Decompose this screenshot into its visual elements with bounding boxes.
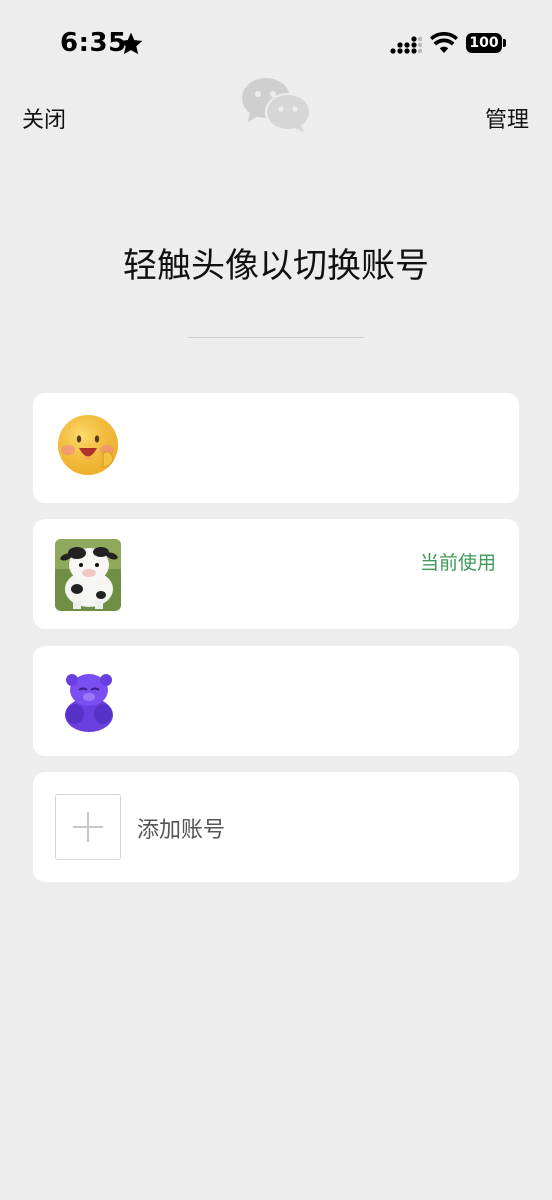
title-divider — [188, 337, 364, 338]
cow-figure-avatar[interactable] — [55, 539, 121, 611]
battery-icon: 100 — [466, 33, 502, 53]
close-button[interactable]: 关闭 — [22, 102, 66, 134]
account-card-3[interactable] — [33, 646, 519, 756]
star-icon — [119, 32, 143, 55]
status-time: 6:35 — [60, 28, 127, 58]
page-title: 轻触头像以切换账号 — [123, 246, 429, 286]
manage-button[interactable]: 管理 — [485, 102, 529, 134]
battery-level: 100 — [469, 35, 499, 51]
emoji-face-avatar[interactable] — [55, 415, 121, 481]
wechat-logo-icon — [242, 78, 311, 132]
purple-bear-avatar[interactable] — [55, 668, 121, 734]
account-card-1[interactable] — [33, 393, 519, 503]
plus-icon — [73, 812, 103, 842]
add-account-card[interactable]: 添加账号 — [33, 772, 519, 882]
current-account-badge: 当前使用 — [419, 552, 496, 574]
wifi-icon — [430, 32, 458, 53]
add-account-label: 添加账号 — [137, 818, 226, 843]
add-account-button[interactable] — [55, 794, 121, 860]
screen: 6:35 100 关闭 管理 轻触头像以切换账号 当前使用 添加账号 — [0, 0, 552, 1200]
signal-icon — [390, 36, 422, 54]
battery-tip — [503, 39, 506, 47]
account-card-2[interactable]: 当前使用 — [33, 519, 519, 629]
